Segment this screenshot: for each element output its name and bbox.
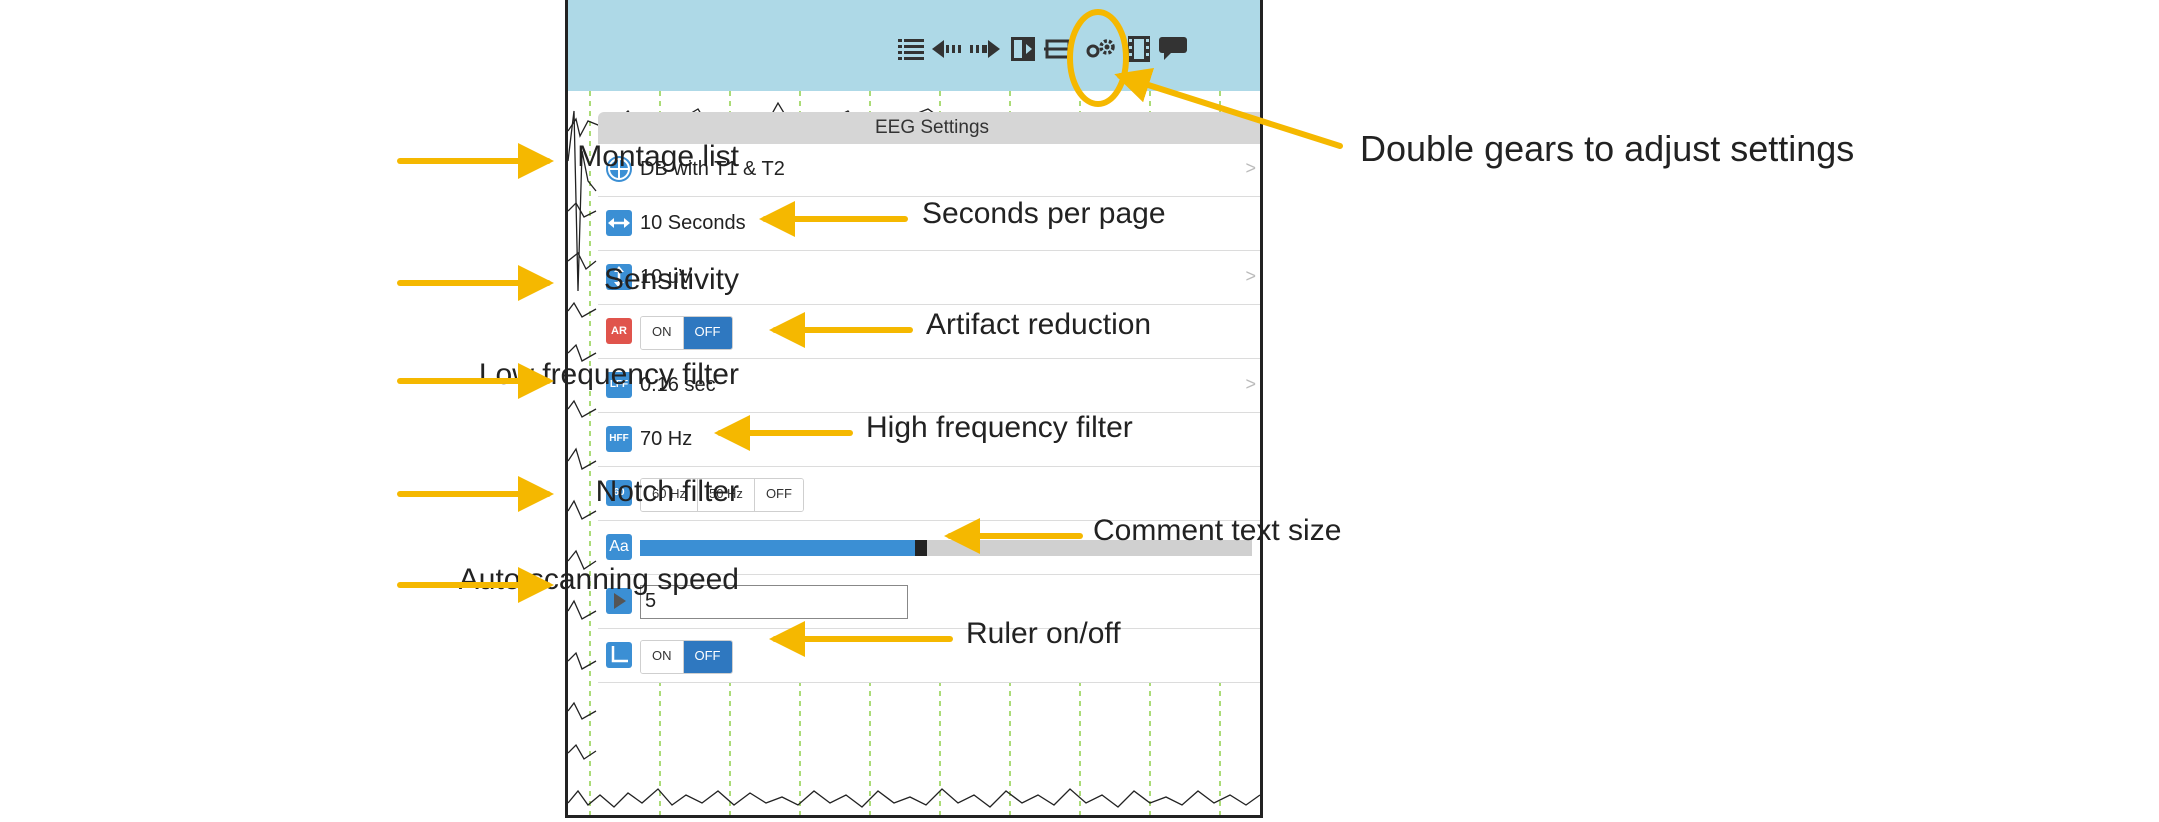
- double-gears-icon[interactable]: [1084, 36, 1118, 62]
- list-icon[interactable]: [898, 36, 924, 62]
- artifact-toggle[interactable]: ON OFF: [640, 316, 733, 350]
- seconds-value: 10 Seconds: [640, 212, 746, 234]
- label-high-frequency: High frequency filter: [866, 411, 1133, 444]
- textsize-thumb[interactable]: [915, 540, 928, 556]
- ruler-row: ON OFF: [598, 630, 1260, 683]
- textsize-fill: [640, 540, 916, 556]
- label-low-frequency: Low frequency filter: [478, 358, 739, 391]
- chevron-right-icon: >: [1245, 374, 1256, 394]
- label-comment-text-size: Comment text size: [1093, 514, 1342, 547]
- eeg-viewer: EEG Settings DB with T1 & T2 > 10 Second…: [565, 0, 1263, 818]
- ruler-off-button[interactable]: OFF: [683, 641, 732, 673]
- label-double-gears: Double gears to adjust settings: [1360, 128, 1855, 169]
- label-sensitivity: Sensitivity: [603, 263, 739, 296]
- label-artifact-reduction: Artifact reduction: [926, 308, 1152, 341]
- label-seconds-per-page: Seconds per page: [922, 197, 1166, 230]
- label-montage-list: Montage list: [577, 140, 739, 173]
- chevron-right-icon: >: [1245, 266, 1256, 286]
- hff-value: 70 Hz: [640, 428, 693, 450]
- film-icon[interactable]: [1128, 36, 1150, 62]
- ruler-setting-icon: [606, 642, 632, 668]
- arrow-left-icon[interactable]: [932, 36, 964, 62]
- label-notch: Notch filter: [595, 475, 739, 508]
- label-auto-scan: Auto scanning speed: [458, 563, 739, 596]
- artifact-on-button[interactable]: ON: [641, 317, 684, 349]
- ruler-icon[interactable]: [1044, 36, 1072, 62]
- ruler-on-button[interactable]: ON: [641, 641, 684, 673]
- arrow-right-icon[interactable]: [968, 36, 1000, 62]
- label-ruler: Ruler on/off: [966, 617, 1121, 650]
- comment-icon[interactable]: [1158, 36, 1188, 62]
- hff-icon: HFF: [606, 426, 632, 452]
- toolbar: [568, 0, 1260, 91]
- artifact-icon: AR: [606, 318, 632, 344]
- panel-icon[interactable]: [1010, 36, 1036, 62]
- horizontal-arrows-icon: [606, 210, 632, 236]
- textsize-icon: Aa: [606, 534, 632, 560]
- notch-off-button[interactable]: OFF: [754, 479, 803, 511]
- artifact-off-button[interactable]: OFF: [683, 317, 732, 349]
- chevron-right-icon: >: [1245, 158, 1256, 178]
- ruler-toggle[interactable]: ON OFF: [640, 640, 733, 674]
